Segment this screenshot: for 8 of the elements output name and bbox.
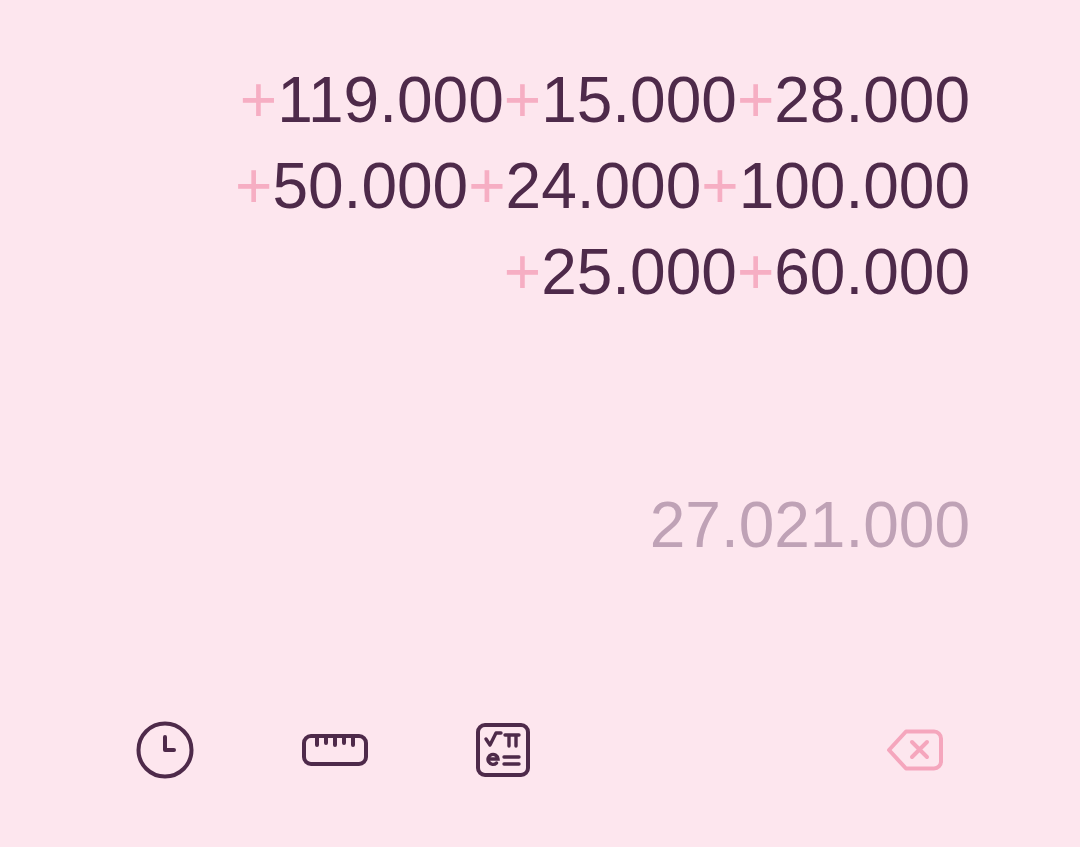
clock-icon	[136, 721, 194, 779]
result-preview: 27.021.000	[649, 488, 970, 563]
expression-line: +25.000+60.000	[503, 235, 970, 310]
expression-line: +50.000+24.000+100.000	[235, 149, 970, 224]
expression-line: +119.000+15.000+28.000	[239, 63, 970, 138]
backspace-icon	[886, 729, 944, 771]
formula-icon	[476, 723, 530, 777]
ruler-icon	[302, 734, 368, 766]
